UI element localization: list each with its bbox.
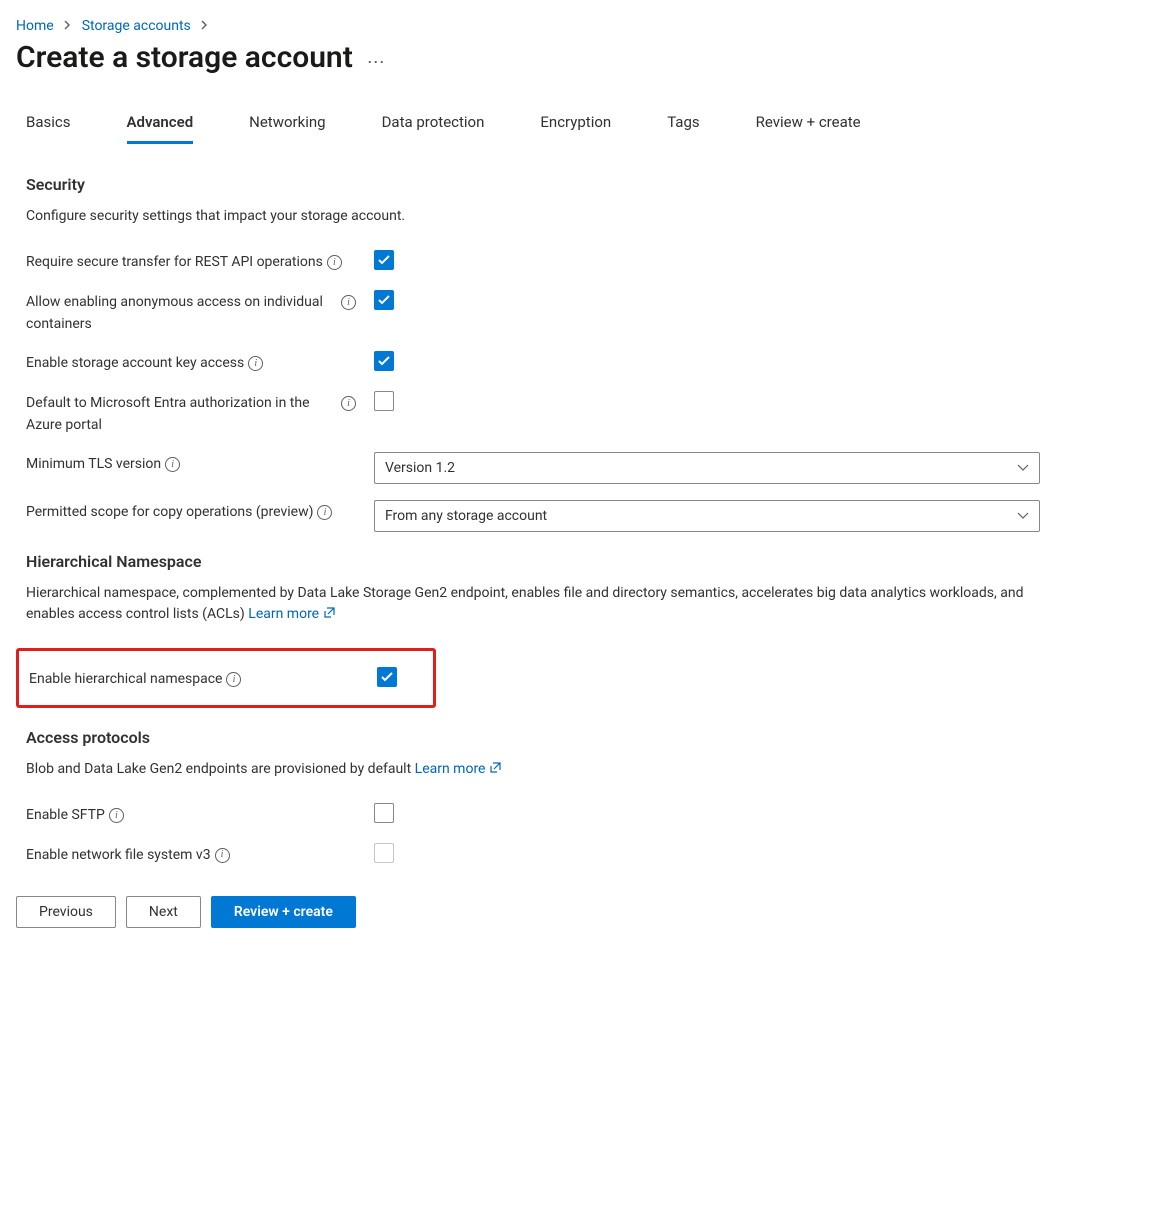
security-heading: Security: [26, 175, 1133, 194]
copy-scope-select[interactable]: From any storage account: [374, 500, 1040, 532]
access-protocols-description: Blob and Data Lake Gen2 endpoints are pr…: [26, 759, 1056, 779]
tab-networking[interactable]: Networking: [249, 101, 325, 144]
require-secure-transfer-checkbox[interactable]: [374, 250, 394, 270]
access-protocols-learn-more-link[interactable]: Learn more: [415, 761, 502, 777]
enable-nfs-checkbox[interactable]: [374, 843, 394, 863]
info-icon[interactable]: i: [165, 457, 180, 472]
review-create-button[interactable]: Review + create: [211, 896, 356, 928]
enable-key-access-checkbox[interactable]: [374, 351, 394, 371]
hns-learn-more-link[interactable]: Learn more: [248, 606, 335, 622]
next-button[interactable]: Next: [126, 896, 201, 928]
wizard-tabs: Basics Advanced Networking Data protecti…: [16, 101, 1133, 145]
enable-sftp-label: Enable SFTP: [26, 805, 105, 827]
more-actions-icon[interactable]: ⋯: [367, 44, 386, 73]
min-tls-value: Version 1.2: [385, 460, 455, 476]
info-icon[interactable]: i: [327, 255, 342, 270]
chevron-down-icon: [1017, 508, 1029, 524]
info-icon[interactable]: i: [215, 848, 230, 863]
wizard-footer: Previous Next Review + create: [0, 884, 1149, 942]
info-icon[interactable]: i: [248, 356, 263, 371]
info-icon[interactable]: i: [341, 396, 356, 411]
breadcrumb-home[interactable]: Home: [16, 18, 54, 34]
hns-description: Hierarchical namespace, complemented by …: [26, 583, 1056, 624]
enable-sftp-checkbox[interactable]: [374, 803, 394, 823]
info-icon[interactable]: i: [226, 672, 241, 687]
copy-scope-value: From any storage account: [385, 508, 547, 524]
info-icon[interactable]: i: [317, 505, 332, 520]
require-secure-transfer-label: Require secure transfer for REST API ope…: [26, 252, 323, 274]
tab-basics[interactable]: Basics: [26, 101, 71, 144]
tab-tags[interactable]: Tags: [667, 101, 699, 144]
security-description: Configure security settings that impact …: [26, 206, 1056, 226]
hns-heading: Hierarchical Namespace: [26, 552, 1133, 571]
copy-scope-label: Permitted scope for copy operations (pre…: [26, 502, 313, 524]
page-title: Create a storage account: [16, 40, 353, 75]
tab-advanced[interactable]: Advanced: [127, 101, 194, 144]
tab-data-protection[interactable]: Data protection: [382, 101, 485, 144]
access-protocols-heading: Access protocols: [26, 728, 1133, 747]
enable-key-access-label: Enable storage account key access: [26, 353, 244, 375]
enable-hns-checkbox[interactable]: [377, 667, 397, 687]
chevron-right-icon: [201, 19, 209, 33]
allow-anonymous-checkbox[interactable]: [374, 290, 394, 310]
chevron-down-icon: [1017, 460, 1029, 476]
default-entra-label: Default to Microsoft Entra authorization…: [26, 393, 337, 436]
tab-encryption[interactable]: Encryption: [540, 101, 611, 144]
min-tls-label: Minimum TLS version: [26, 454, 161, 476]
previous-button[interactable]: Previous: [16, 896, 116, 928]
allow-anonymous-label: Allow enabling anonymous access on indiv…: [26, 292, 337, 335]
chevron-right-icon: [64, 19, 72, 33]
info-icon[interactable]: i: [109, 808, 124, 823]
breadcrumb: Home Storage accounts: [16, 18, 1133, 34]
enable-hns-label: Enable hierarchical namespace: [29, 669, 222, 691]
default-entra-checkbox[interactable]: [374, 391, 394, 411]
tab-review-create[interactable]: Review + create: [756, 101, 861, 144]
breadcrumb-storage-accounts[interactable]: Storage accounts: [82, 18, 191, 34]
min-tls-select[interactable]: Version 1.2: [374, 452, 1040, 484]
enable-nfs-label: Enable network file system v3: [26, 845, 211, 867]
enable-hns-highlight: Enable hierarchical namespace i: [16, 648, 436, 708]
external-link-icon: [489, 760, 501, 780]
external-link-icon: [323, 605, 335, 625]
info-icon[interactable]: i: [341, 295, 356, 310]
